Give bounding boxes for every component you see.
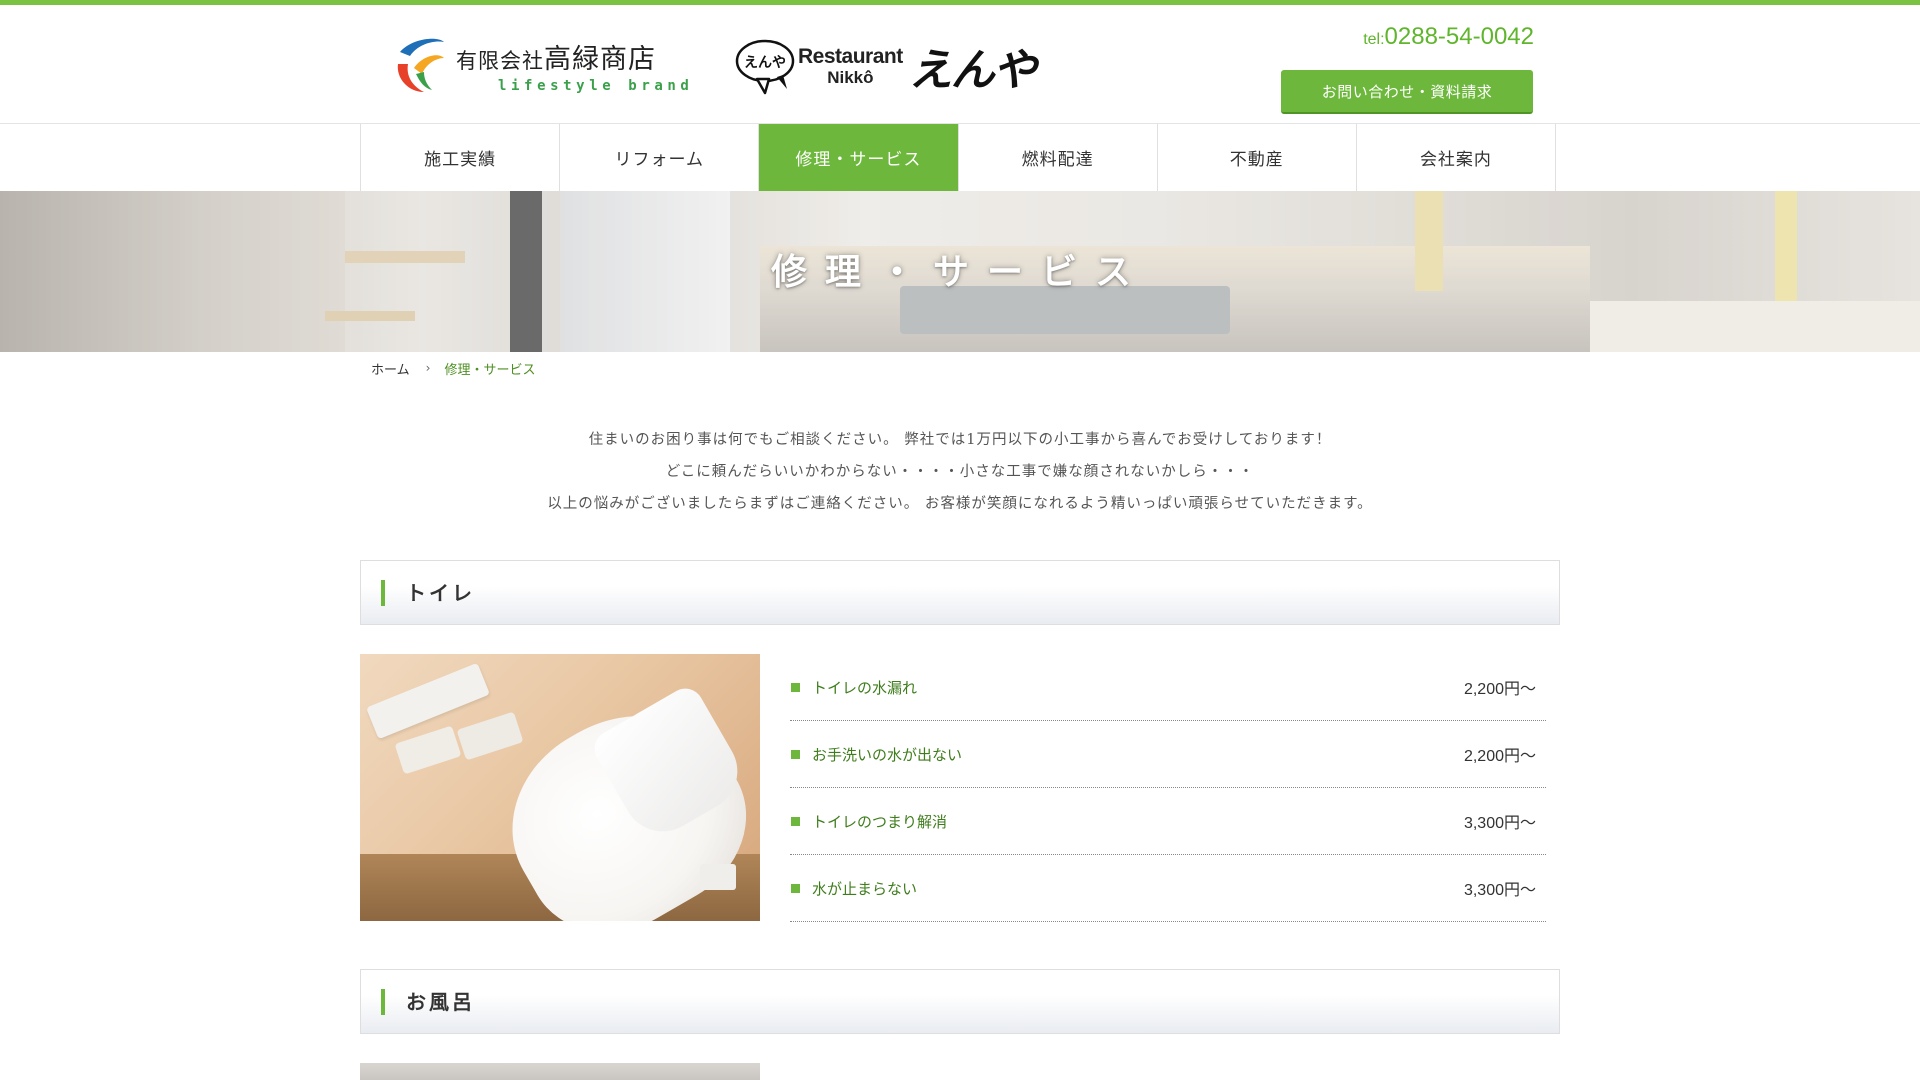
breadcrumb-current: 修理・サービス bbox=[444, 362, 536, 378]
bullet-square-icon bbox=[791, 883, 800, 893]
service-label: トイレのつまり解消 bbox=[812, 812, 948, 831]
speech-bubble-logo-icon: えんや bbox=[735, 37, 797, 95]
toilet-photo bbox=[360, 654, 760, 921]
swirl-logo-icon bbox=[394, 34, 448, 96]
nav-item-company[interactable]: 会社案内 bbox=[1357, 124, 1557, 191]
heading-accent-bar bbox=[381, 989, 385, 1015]
nav-item-reform[interactable]: リフォーム bbox=[560, 124, 760, 191]
toilet-price-list: トイレの水漏れ 2,200円〜 お手洗いの水が出ない 2,200円〜 トイレのつ… bbox=[790, 654, 1546, 922]
company-logo[interactable]: 有限会社高緑商店 lifestyle brand bbox=[394, 33, 700, 97]
price-row: お手洗いの水が出ない 2,200円〜 bbox=[790, 721, 1546, 788]
breadcrumb-home-link[interactable]: ホーム bbox=[371, 359, 410, 378]
restaurant-logo[interactable]: えんや Restaurant Nikkô えんや bbox=[735, 37, 1040, 96]
intro-text: 住まいのお困り事は何でもご相談ください。 弊社では1万円以下の小工事から喜んでお… bbox=[360, 424, 1560, 520]
hero-banner: 修理・サービス bbox=[0, 191, 1920, 352]
company-name: 有限会社高緑商店 bbox=[456, 43, 656, 75]
main-nav: 施工実績 リフォーム 修理・サービス 燃料配達 不動産 会社案内 bbox=[360, 124, 1557, 191]
phone-number[interactable]: tel:0288-54-0042 bbox=[1340, 23, 1534, 51]
page-title: 修理・サービス bbox=[770, 251, 1149, 293]
bullet-square-icon bbox=[791, 682, 800, 692]
section-heading-bath: お風呂 bbox=[360, 969, 1560, 1034]
nav-item-fuel-delivery[interactable]: 燃料配達 bbox=[959, 124, 1158, 191]
nav-item-works[interactable]: 施工実績 bbox=[361, 124, 561, 191]
restaurant-line1: Restaurant bbox=[798, 45, 903, 68]
price-row: トイレのつまり解消 3,300円〜 bbox=[790, 788, 1546, 855]
intro-line: どこに頼んだらいいかわからない・・・・小さな工事で嫌な顔されないかしら・・・ bbox=[665, 464, 1255, 480]
intro-line: 住まいのお困り事は何でもご相談ください。 弊社では1万円以下の小工事から喜んでお… bbox=[588, 432, 1332, 448]
breadcrumb: ホーム › 修理・サービス bbox=[371, 358, 535, 378]
nav-item-real-estate[interactable]: 不動産 bbox=[1158, 124, 1357, 191]
restaurant-line2: Nikkô bbox=[827, 68, 874, 87]
service-price: 2,200円〜 bbox=[1463, 748, 1536, 765]
breadcrumb-separator: › bbox=[425, 361, 431, 375]
intro-line: 以上の悩みがございましたらまずはご連絡ください。 お客様が笑顔になれるよう精いっ… bbox=[547, 496, 1373, 512]
service-label: 水が止まらない bbox=[812, 879, 918, 898]
nav-item-repair-service[interactable]: 修理・サービス bbox=[759, 124, 959, 191]
company-tagline: lifestyle brand bbox=[498, 77, 694, 94]
service-price: 3,300円〜 bbox=[1463, 882, 1536, 899]
price-row: 水が止まらない 3,300円〜 bbox=[790, 855, 1546, 922]
section-heading-toilet: トイレ bbox=[360, 560, 1560, 625]
service-price: 2,200円〜 bbox=[1463, 681, 1536, 698]
heading-accent-bar bbox=[381, 580, 385, 606]
bath-photo bbox=[360, 1063, 760, 1080]
price-row: トイレの水漏れ 2,200円〜 bbox=[790, 654, 1546, 721]
site-header: 有限会社高緑商店 lifestyle brand えんや Restaurant … bbox=[0, 5, 1920, 124]
svg-text:えんや: えんや bbox=[744, 55, 786, 71]
service-price: 3,300円〜 bbox=[1463, 815, 1536, 832]
bullet-square-icon bbox=[791, 816, 800, 826]
contact-request-button[interactable]: お問い合わせ・資料請求 bbox=[1281, 70, 1533, 114]
bullet-square-icon bbox=[791, 749, 800, 759]
service-label: お手洗いの水が出ない bbox=[812, 745, 963, 764]
restaurant-name: えんや bbox=[908, 45, 1037, 96]
service-label: トイレの水漏れ bbox=[812, 678, 918, 697]
